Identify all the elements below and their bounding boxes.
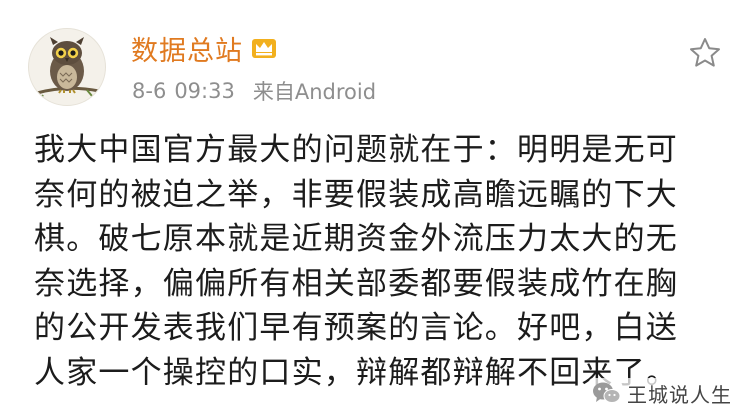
owl-icon (36, 37, 100, 102)
post-content: 我大中国官方最大的问题就在于：明明是无可 奈何的被迫之举，非要假装成高瞻远瞩的下… (34, 128, 734, 396)
author-row: 数据总站 (131, 28, 277, 68)
weibo-post: 数据总站 8-6 09:33 来自Android 我大中国官方最大的问题就在于：… (0, 0, 750, 416)
vip-crown-icon[interactable] (251, 36, 277, 60)
post-time: 09:33 (174, 79, 235, 103)
post-source: 来自Android (252, 80, 377, 104)
favorite-button[interactable] (688, 36, 722, 70)
star-icon (690, 38, 720, 67)
author-avatar[interactable] (28, 28, 106, 106)
post-text-line: 棋。破七原本就是近期资金外流压力太大的无 (34, 221, 678, 258)
post-meta: 8-6 09:33 来自Android (132, 76, 376, 106)
post-text-line: 的公开发表我们早有预案的言论。好吧，白送 (34, 310, 678, 347)
watermark: 王城说人生 (589, 378, 736, 408)
post-text-line: 奈何的被迫之举，非要假装成高瞻远瞩的下大 (34, 176, 678, 213)
watermark-text: 王城说人生 (627, 382, 732, 407)
wechat-icon (593, 382, 621, 403)
post-text-line: 我大中国官方最大的问题就在于：明明是无可 (34, 132, 678, 168)
post-date: 8-6 (132, 79, 167, 103)
post-text-line: 奈选择，偏偏所有相关部委都要假装成竹在胸 (34, 265, 678, 302)
author-name[interactable]: 数据总站 (131, 29, 243, 68)
